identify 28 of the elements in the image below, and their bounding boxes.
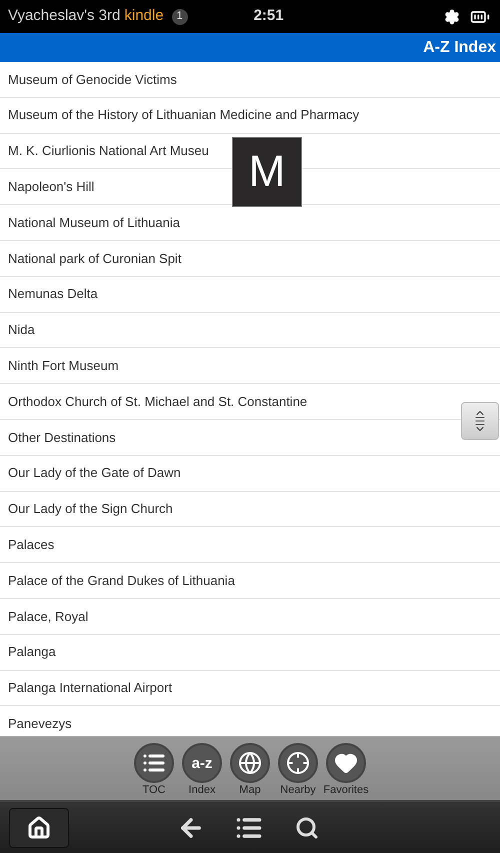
letter-overlay: M bbox=[232, 137, 302, 207]
home-button[interactable] bbox=[9, 808, 69, 848]
list-item[interactable]: Our Lady of the Sign Church bbox=[0, 492, 500, 528]
clock-time: 2:51 bbox=[254, 6, 284, 26]
list-item[interactable]: Museum of Genocide Victims bbox=[0, 62, 500, 98]
search-icon[interactable] bbox=[295, 816, 319, 840]
list-item[interactable]: Palace of the Grand Dukes of Lithuania bbox=[0, 563, 500, 599]
list-item[interactable]: Palaces bbox=[0, 527, 500, 564]
header-title: A-Z Index bbox=[423, 38, 496, 58]
scroll-handle[interactable] bbox=[461, 402, 499, 440]
list-item[interactable]: Palanga bbox=[0, 634, 500, 671]
settings-icon[interactable] bbox=[444, 8, 460, 24]
heart-icon bbox=[334, 751, 358, 775]
device-name: Vyacheslav's 3rd bbox=[8, 6, 120, 26]
globe-icon bbox=[238, 751, 262, 775]
list-item[interactable]: Our Lady of the Gate of Dawn bbox=[0, 456, 500, 492]
crosshair-icon bbox=[286, 751, 310, 775]
list-item[interactable]: National park of Curonian Spit bbox=[0, 240, 500, 277]
home-icon bbox=[27, 816, 51, 840]
list-item[interactable]: Palace, Royal bbox=[0, 598, 500, 635]
list-item[interactable]: Palanga International Airport bbox=[0, 670, 500, 706]
notification-badge[interactable]: 1 bbox=[172, 8, 188, 24]
list-item[interactable]: Nemunas Delta bbox=[0, 276, 500, 313]
icon-text: a-z bbox=[192, 756, 212, 770]
list-item[interactable]: Nida bbox=[0, 312, 500, 348]
brand-name: kindle bbox=[124, 6, 164, 26]
list-item[interactable]: Ninth Fort Museum bbox=[0, 348, 500, 384]
list-item[interactable]: Museum of the History of Lithuanian Medicine and Pharmacy bbox=[0, 98, 500, 134]
